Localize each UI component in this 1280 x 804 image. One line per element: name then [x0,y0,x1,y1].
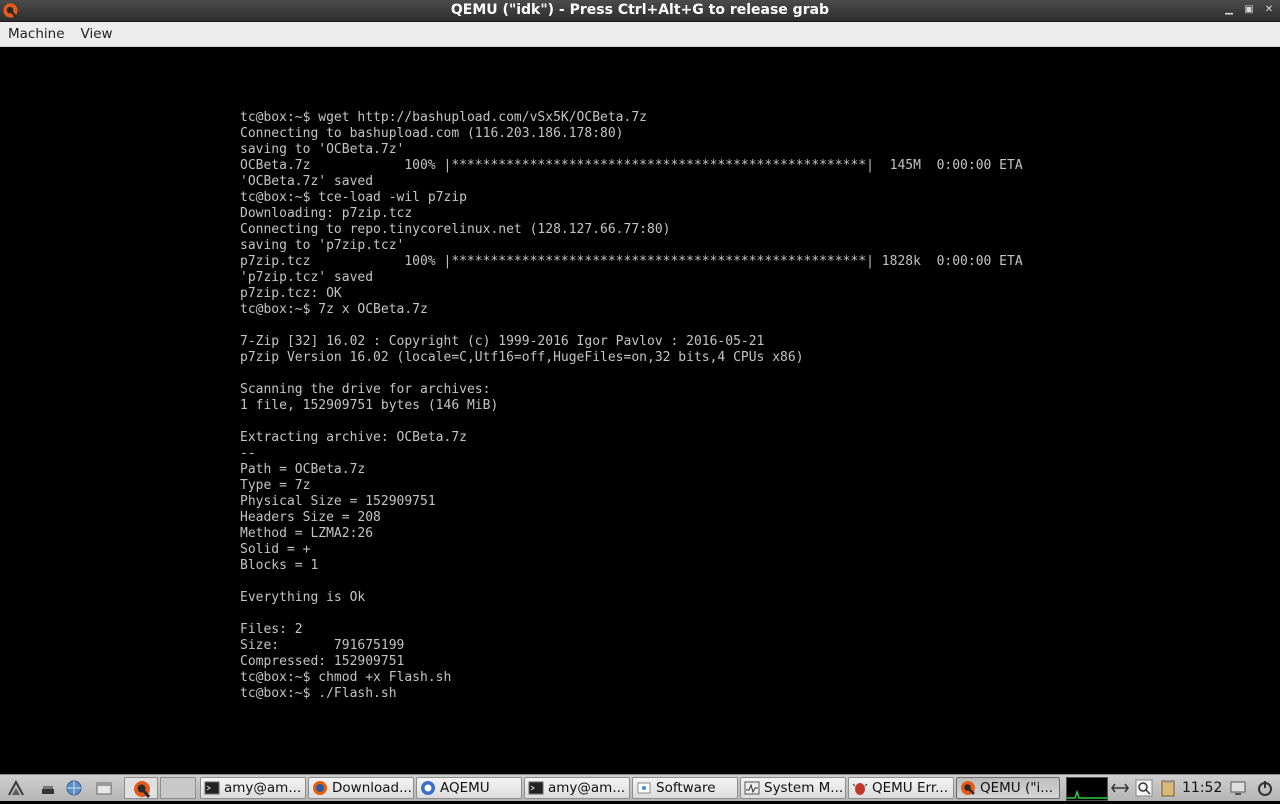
terminal-line: Headers Size = 208 [240,510,381,525]
taskbar-button-label: Software [656,780,716,796]
start-menu-icon[interactable] [6,778,26,798]
terminal-line: saving to 'OCBeta.7z' [240,142,405,157]
power-icon[interactable] [1255,778,1275,798]
software-icon [637,782,651,794]
vm-display[interactable]: tc@box:~$ wget http://bashupload.com/vSx… [0,47,1280,774]
terminal-line: saving to 'p7zip.tcz' [240,238,405,253]
taskbar-button-label: amy@am... [224,780,302,796]
taskbar-button[interactable]: amy@am... [524,777,630,799]
taskbar-button-label: QEMU ("i... [980,780,1054,796]
terminal-line: Connecting to bashupload.com (116.203.18… [240,126,624,141]
cpu-graph-icon [1067,789,1107,799]
terminal-line: tc@box:~$ 7z x OCBeta.7z [240,302,428,317]
terminal-line: OCBeta.7z 100% |************************… [240,158,1023,173]
terminal-line: Size: 791675199 [240,638,405,653]
menu-bar: Machine View [0,22,1280,47]
qemu-icon [961,781,975,795]
taskbar-button[interactable]: AQEMU [416,777,522,799]
terminal-line: Blocks = 1 [240,558,319,573]
system-monitor-icon [744,781,760,795]
firefox-icon [313,781,327,795]
terminal-icon [528,781,544,795]
minimize-all-icon[interactable] [38,778,58,798]
taskbar-button[interactable]: amy@am... [200,777,306,799]
terminal-line: 'OCBeta.7z' saved [240,174,374,189]
taskbar-button[interactable]: QEMU ("i... [956,777,1060,799]
network-activity-icon[interactable] [1110,778,1130,798]
network-icon[interactable] [64,778,84,798]
taskbar-button-label: Download... [332,780,412,796]
terminal-line: tc@box:~$ chmod +x Flash.sh [240,670,452,685]
menu-view[interactable]: View [73,22,121,46]
terminal-line: -- [240,446,256,461]
clipboard-icon[interactable] [1158,778,1178,798]
terminal-line: Physical Size = 152909751 [240,494,436,509]
terminal-line: tc@box:~$ tce-load -wil p7zip [240,190,467,205]
terminal-line: 'p7zip.tcz' saved [240,270,374,285]
cpu-monitor [1066,777,1108,801]
desktop-switcher[interactable] [160,777,196,799]
maximize-icon[interactable]: ▣ [1244,3,1254,17]
window-title: QEMU ("idk") - Press Ctrl+Alt+G to relea… [450,2,830,18]
terminal-icon [204,781,220,795]
minimize-icon[interactable]: ▁ [1224,3,1234,17]
terminal-line: p7zip Version 16.02 (locale=C,Utf16=off,… [240,350,804,365]
taskbar-button-label: System M... [764,780,844,796]
taskbar-button[interactable]: System M... [740,777,846,799]
terminal-line: Path = OCBeta.7z [240,462,366,477]
terminal-line: Solid = + [240,542,311,557]
taskbar-button-label: amy@am... [548,780,626,796]
aqemu-icon [421,781,435,795]
terminal-line: Connecting to repo.tinycorelinux.net (12… [240,222,671,237]
search-icon[interactable] [1134,778,1154,798]
terminal-line: Downloading: p7zip.tcz [240,206,413,221]
qemu-launcher-icon[interactable] [132,779,152,799]
terminal-line: tc@box:~$ ./Flash.sh [240,686,397,701]
terminal-output: tc@box:~$ wget http://bashupload.com/vSx… [240,110,1023,702]
terminal-line: Method = LZMA2:26 [240,526,374,541]
system-tray-icon[interactable] [1228,778,1248,798]
terminal-line: Type = 7z [240,478,311,493]
bug-icon [852,783,868,795]
terminal-line: Everything is Ok [240,590,366,605]
terminal-line: tc@box:~$ wget http://bashupload.com/vSx… [240,110,647,125]
taskbar-button-label: AQEMU [440,780,490,796]
clock[interactable]: 11:52 [1182,777,1222,799]
close-icon[interactable]: ✕ [1264,3,1274,17]
terminal-line: p7zip.tcz 100% |************************… [240,254,1023,269]
menu-machine[interactable]: Machine [0,22,73,46]
taskbar-button[interactable]: Download... [308,777,414,799]
terminal-line: Extracting archive: OCBeta.7z [240,430,467,445]
taskbar-button-label: QEMU Err... [872,780,949,796]
window-titlebar[interactable]: QEMU ("idk") - Press Ctrl+Alt+G to relea… [0,0,1280,22]
terminal-line: p7zip.tcz: OK [240,286,342,301]
taskbar: amy@am... Download... AQEMU amy@am... Softwa… [0,774,1280,801]
taskbar-button[interactable]: Software [632,777,738,799]
terminal-line: Scanning the drive for archives: [240,382,491,397]
terminal-line: Files: 2 [240,622,303,637]
terminal-line: Compressed: 152909751 [240,654,405,669]
file-manager-icon[interactable] [94,778,114,798]
taskbar-button[interactable]: QEMU Err... [848,777,954,799]
terminal-line: 1 file, 152909751 bytes (146 MiB) [240,398,499,413]
terminal-line: 7-Zip [32] 16.02 : Copyright (c) 1999-20… [240,334,765,349]
